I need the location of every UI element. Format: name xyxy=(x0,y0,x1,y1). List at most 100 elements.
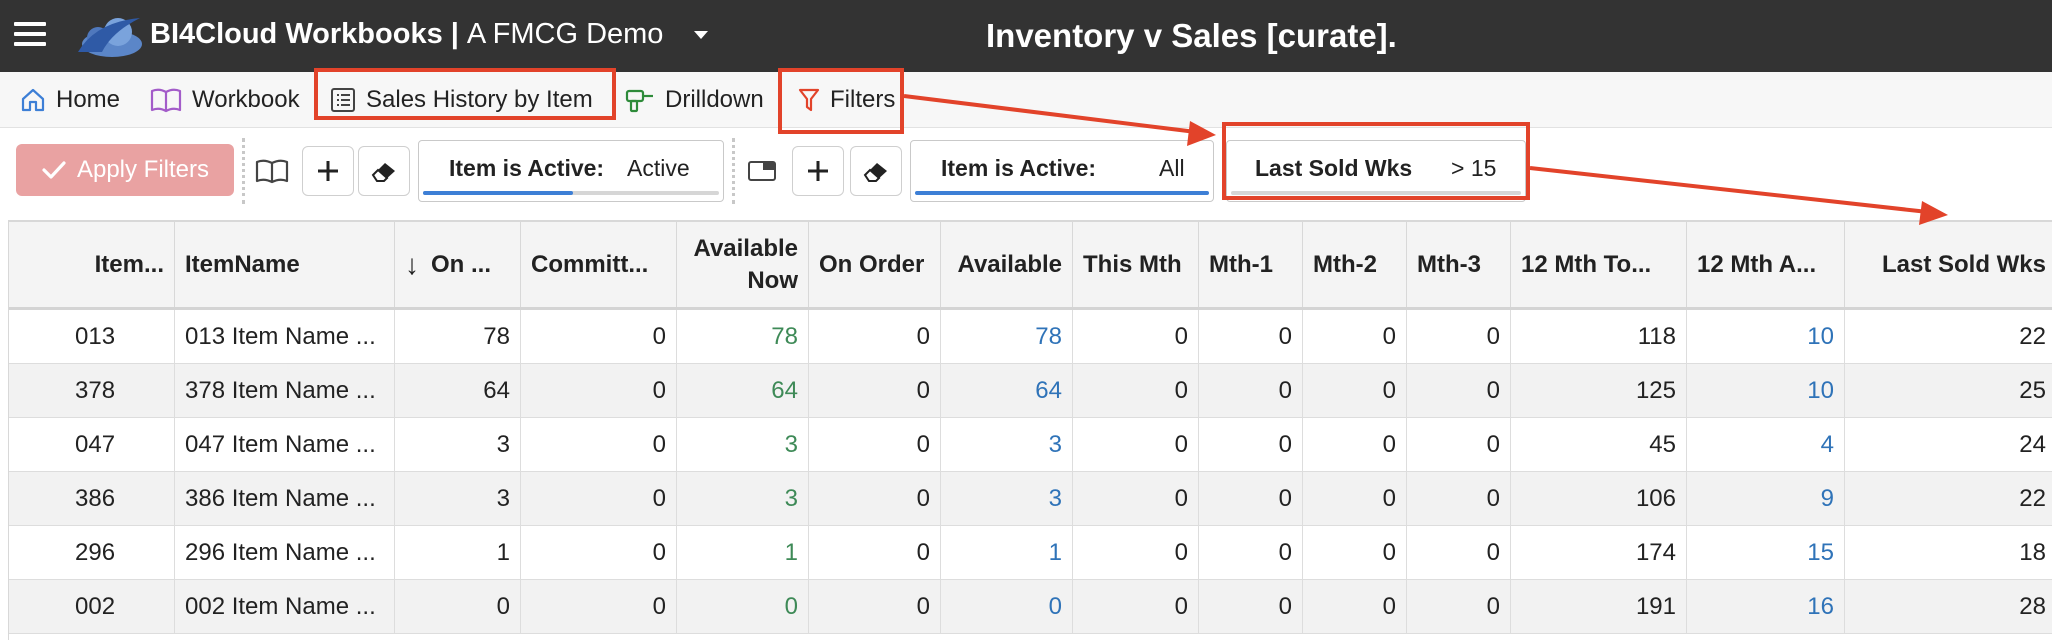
table-cell: 0 xyxy=(941,580,1073,633)
table-cell: 0 xyxy=(521,364,677,417)
nav-item-drilldown[interactable]: Drilldown xyxy=(625,72,764,128)
table-cell: 0 xyxy=(1199,418,1303,471)
table-row[interactable]: 002 002 Item Name ... 0 0 0 0 0 0 0 0 0 191 16 28 xyxy=(9,580,2052,634)
table-row[interactable]: 047 047 Item Name ... 3 0 3 0 3 0 0 0 0 45 4 24 xyxy=(9,418,2052,472)
table-row[interactable]: 013 013 Item Name ... 78 0 78 0 78 0 0 0 0 118 10 22 xyxy=(9,310,2052,364)
nav-item-workbook[interactable]: Workbook xyxy=(150,72,300,128)
table-row[interactable]: 386 386 Item Name ... 3 0 3 0 3 0 0 0 0 106 9 22 xyxy=(9,472,2052,526)
app-title: BI4Cloud Workbooks | A FMCG Demo xyxy=(150,18,663,51)
column-header[interactable]: Last Sold Wks xyxy=(1845,222,2052,307)
table-cell: 0 xyxy=(1073,526,1199,579)
table-cell: 15 xyxy=(1687,526,1845,579)
column-header-label: Mth-2 xyxy=(1313,250,1377,278)
table-cell: 378 xyxy=(9,364,175,417)
column-header[interactable]: Mth-2 xyxy=(1303,222,1407,307)
clear-filters-button[interactable] xyxy=(850,146,902,196)
book-icon xyxy=(150,88,182,113)
table-cell: 0 xyxy=(1303,310,1407,363)
table-cell: 0 xyxy=(1073,580,1199,633)
add-filter-button[interactable] xyxy=(302,146,354,196)
filter-item-active[interactable]: Item is Active: Active xyxy=(418,140,724,202)
table-cell: 0 xyxy=(521,526,677,579)
clear-filters-button[interactable] xyxy=(358,146,410,196)
table-cell: 0 xyxy=(1073,418,1199,471)
open-book-icon xyxy=(255,159,289,184)
table-cell: 1 xyxy=(941,526,1073,579)
table-cell: 1 xyxy=(677,526,809,579)
table-cell: 25 xyxy=(1845,364,2052,417)
table-cell: 3 xyxy=(677,418,809,471)
add-filter-button[interactable] xyxy=(792,146,844,196)
column-header[interactable]: Available xyxy=(941,222,1073,307)
nav-item-label: Workbook xyxy=(192,86,300,113)
column-header-label: This Mth xyxy=(1083,250,1182,278)
hamburger-menu-icon[interactable] xyxy=(14,22,46,50)
column-header-label: Mth-1 xyxy=(1209,250,1273,278)
column-header[interactable]: 12 Mth To... xyxy=(1511,222,1687,307)
table-cell: 0 xyxy=(1073,472,1199,525)
table-cell: 1 xyxy=(395,526,521,579)
table-cell: 64 xyxy=(677,364,809,417)
table-cell: 0 xyxy=(1303,580,1407,633)
table-cell: 0 xyxy=(809,472,941,525)
filter-item-active-all[interactable]: Item is Active: All xyxy=(910,140,1214,202)
workspace-dropdown-icon[interactable] xyxy=(694,31,708,39)
table-cell: 0 xyxy=(521,580,677,633)
table-cell: 0 xyxy=(809,526,941,579)
sort-descending-icon[interactable]: ↓ xyxy=(405,249,419,281)
filter-bar: Apply Filters Item is Active: Active Ite… xyxy=(0,128,2052,214)
panel-toggle-button[interactable] xyxy=(742,146,782,196)
table-cell: 3 xyxy=(941,418,1073,471)
column-header[interactable]: This Mth xyxy=(1073,222,1199,307)
table-cell: 002 Item Name ... xyxy=(175,580,395,633)
column-header[interactable]: Item... xyxy=(9,222,175,307)
open-book-button[interactable] xyxy=(252,146,292,196)
column-header[interactable]: 12 Mth A... xyxy=(1687,222,1845,307)
table-cell: 78 xyxy=(395,310,521,363)
table-cell: 64 xyxy=(941,364,1073,417)
table-cell: 0 xyxy=(1199,364,1303,417)
page-title: Inventory v Sales [curate]. xyxy=(986,17,1397,54)
apply-filters-button[interactable]: Apply Filters xyxy=(16,144,234,196)
table-cell: 22 xyxy=(1845,310,2052,363)
column-header-label: 12 Mth To... xyxy=(1521,250,1652,278)
table-cell: 45 xyxy=(1511,418,1687,471)
table-cell: 174 xyxy=(1511,526,1687,579)
nav-item-home[interactable]: Home xyxy=(20,72,120,128)
table-cell: 78 xyxy=(677,310,809,363)
table-cell: 0 xyxy=(1407,310,1511,363)
table-cell: 0 xyxy=(1407,472,1511,525)
table-cell: 013 Item Name ... xyxy=(175,310,395,363)
table-cell: 0 xyxy=(1199,310,1303,363)
column-header-label: ItemName xyxy=(185,250,300,278)
table-cell: 0 xyxy=(1407,418,1511,471)
app-header: BI4Cloud Workbooks | A FMCG Demo Inventory… xyxy=(0,0,2052,72)
title-separator: | xyxy=(450,18,459,50)
table-row[interactable]: 378 378 Item Name ... 64 0 64 0 64 0 0 0 0 125 10 25 xyxy=(9,364,2052,418)
table-row[interactable]: 296 296 Item Name ... 1 0 1 0 1 0 0 0 0 174 15 18 xyxy=(9,526,2052,580)
table-cell: 16 xyxy=(1687,580,1845,633)
eraser-icon xyxy=(371,163,395,182)
table-cell: 0 xyxy=(1073,364,1199,417)
column-header[interactable]: Available Now xyxy=(677,222,809,307)
filter-label: Item is Active: xyxy=(449,155,605,181)
column-header[interactable]: On Order xyxy=(809,222,941,307)
table-cell: 002 xyxy=(9,580,175,633)
column-header-label: Available xyxy=(957,250,1063,278)
workspace-name[interactable]: A FMCG Demo xyxy=(467,18,664,50)
table-cell: 10 xyxy=(1687,364,1845,417)
table-cell: 106 xyxy=(1511,472,1687,525)
plus-icon xyxy=(808,161,828,181)
column-header[interactable]: Committ... xyxy=(521,222,677,307)
column-header[interactable]: Mth-1 xyxy=(1199,222,1303,307)
filter-label: Item is Active: xyxy=(941,155,1097,181)
nav-item-label: Home xyxy=(56,86,121,113)
apply-filters-label: Apply Filters xyxy=(76,156,210,183)
table-cell: 296 xyxy=(9,526,175,579)
table-cell: 4 xyxy=(1687,418,1845,471)
table-cell: 0 xyxy=(809,418,941,471)
column-header[interactable]: Mth-3 xyxy=(1407,222,1511,307)
table-cell: 378 Item Name ... xyxy=(175,364,395,417)
column-header[interactable]: ↓ On ... xyxy=(395,222,521,307)
column-header[interactable]: ItemName xyxy=(175,222,395,307)
